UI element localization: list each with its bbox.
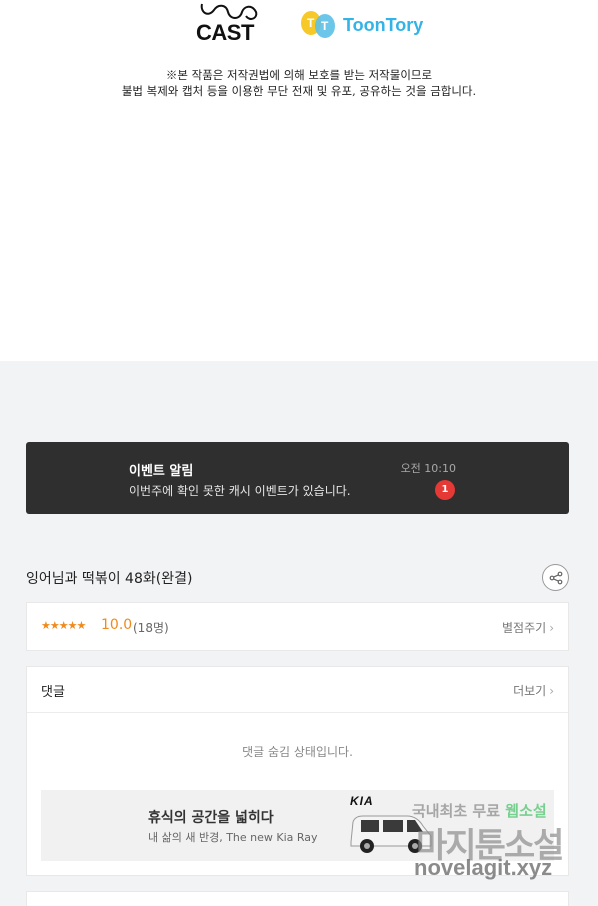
comments-header: 댓글 더보기 › (27, 667, 568, 713)
copyright-notice-line2: 불법 복제와 캡처 등을 이용한 무단 전재 및 유포, 공유하는 것을 금합니… (121, 84, 477, 98)
cast-logo-text: CAST (196, 20, 254, 45)
event-description: 이번주에 확인 못한 캐시 이벤트가 있습니다. (129, 484, 351, 498)
comments-section: 댓글 더보기 › 댓글 숨김 상태입니다. 휴식의 공간을 넓히다 내 삶의 새 … (26, 666, 569, 876)
next-card (26, 891, 569, 906)
chevron-right-icon: › (549, 684, 554, 698)
car-image (350, 815, 432, 853)
rating-stars: ★★★★★ (41, 619, 86, 632)
comments-label: 댓글 (41, 685, 65, 700)
comments-more-button[interactable]: 더보기 › (513, 682, 554, 699)
rate-button-label: 별점주기 (502, 621, 547, 635)
share-button[interactable] (542, 564, 569, 591)
ad-banner[interactable]: 휴식의 공간을 넓히다 내 삶의 새 반경, The new Kia Ray K… (41, 790, 554, 861)
copyright-notice-line1: ※본 작품은 저작권법에 의해 보호를 받는 저작물이므로 (165, 68, 433, 82)
rating-score: 10.0 (101, 617, 133, 633)
kia-logo: KIA (350, 794, 374, 808)
webtoon-footer: CAST TT ToonTory ※본 작품은 저작권법에 의해 보호를 받는 … (0, 0, 598, 361)
episode-title: 잉어님과 떡볶이 48화(완결) (26, 571, 193, 587)
ad-headline: 휴식의 공간을 넓히다 (148, 810, 274, 826)
toontory-logo: TT ToonTory (301, 8, 423, 42)
event-count-badge: 1 (435, 480, 455, 500)
comments-more-label: 더보기 (513, 684, 547, 698)
event-time: 오전 10:10 (400, 462, 456, 475)
event-title: 이벤트 알림 (129, 464, 194, 479)
ad-subline: 내 삶의 새 반경, The new Kia Ray (148, 831, 318, 844)
event-notification-banner[interactable]: 이벤트 알림 이번주에 확인 못한 캐시 이벤트가 있습니다. 오전 10:10… (26, 442, 569, 514)
toontory-logo-text: ToonTory (343, 14, 424, 35)
rating-count: (18명) (133, 621, 169, 635)
share-icon (549, 571, 562, 584)
chevron-right-icon: › (549, 621, 554, 635)
comments-hidden-message: 댓글 숨김 상태입니다. (242, 745, 353, 759)
rate-button[interactable]: 별점주기 › (502, 619, 554, 636)
toontory-mark-icon: TT (301, 10, 339, 40)
rating-card: ★★★★★ 10.0 (18명) 별점주기 › (26, 602, 569, 651)
